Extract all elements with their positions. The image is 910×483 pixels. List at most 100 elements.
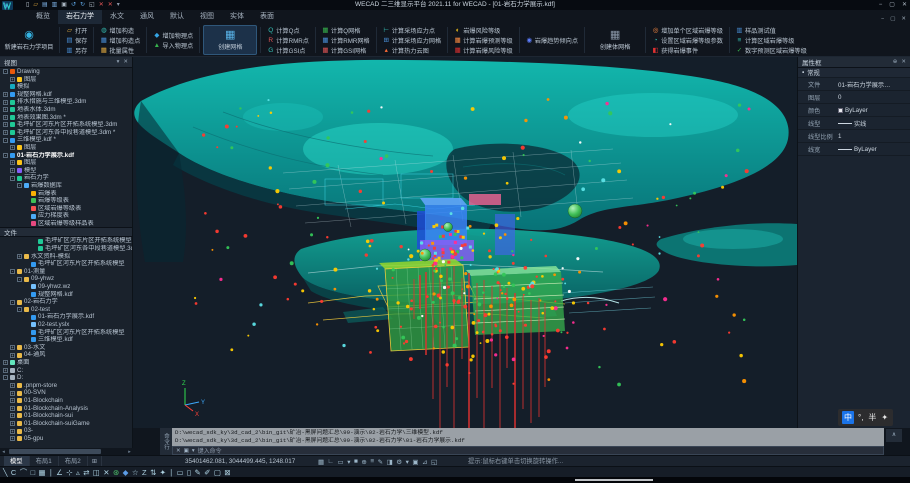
menu-tab-表面[interactable]: 表面 [252, 10, 282, 24]
menu-tab-通风[interactable]: 通风 [132, 10, 162, 24]
tree-expand-icon[interactable]: + [10, 168, 15, 173]
property-value[interactable]: 实线 [838, 119, 910, 128]
tree-expand-icon[interactable]: - [17, 277, 22, 282]
arc-tool-icon[interactable]: ⌒ [20, 467, 28, 478]
menu-tab-岩石力学[interactable]: 岩石力学 [58, 10, 102, 24]
tree-item[interactable]: +03-水文 [0, 344, 132, 352]
caret-down-icon[interactable]: ▾ [347, 458, 350, 466]
tree-item[interactable]: +00-SVN [0, 389, 132, 397]
rockburst-trend-point-button[interactable]: ◉岩爆趋势倾向点 [523, 35, 581, 45]
calc-rockburst-predict-level-button[interactable]: ▦计算岩爆预测等级 [451, 35, 516, 45]
tree-item[interactable]: +.pnpm-store [0, 382, 132, 390]
doc-restore-button[interactable]: ▢ [890, 16, 895, 22]
pin-icon[interactable]: ⊕ [893, 59, 898, 65]
fill-toggle-icon[interactable]: ■ [354, 458, 358, 465]
panel-close-icon[interactable]: ✕ [123, 59, 128, 65]
tree-item[interactable]: -01-测量 [0, 268, 132, 276]
perpendicular-tool-icon[interactable]: ⊹ [66, 468, 72, 477]
tree-expand-icon[interactable]: + [10, 398, 15, 403]
create-volume-mesh-button[interactable]: ▦创建体网格 [588, 25, 642, 55]
tree-item[interactable]: -岩爆数据库 [0, 182, 132, 190]
tree-expand-icon[interactable]: - [17, 183, 22, 188]
tree-expand-icon[interactable]: + [10, 391, 15, 396]
close-button[interactable]: ✕ [902, 0, 907, 10]
menu-tab-默认[interactable]: 默认 [162, 10, 192, 24]
batch-properties-button[interactable]: ▦批量属性 [97, 45, 143, 55]
tree-expand-icon[interactable]: + [3, 115, 8, 120]
triangle-tool-icon[interactable]: ▵ [76, 468, 80, 477]
tree-item[interactable]: +地表水体.3dm [0, 106, 132, 114]
panel-pin-icon[interactable]: ▾ [117, 59, 120, 65]
tree-expand-icon[interactable]: + [3, 122, 8, 127]
tree-item[interactable]: +05-gpu [0, 435, 132, 443]
ime-skin-icon[interactable]: ✦ [880, 411, 889, 424]
tree-item[interactable]: -Drawing [0, 68, 132, 76]
maximize-view-icon[interactable]: ◱ [431, 458, 437, 466]
tree-expand-icon[interactable]: + [10, 345, 15, 350]
tree-item[interactable]: -D: [0, 374, 132, 382]
property-value[interactable]: 0 [838, 94, 910, 101]
maximize-button[interactable]: ▢ [889, 0, 895, 10]
properties-close-icon[interactable]: ✕ [901, 59, 906, 65]
array-tool-icon[interactable]: ◫ [93, 468, 100, 477]
command-close-icon[interactable]: ✕ [176, 448, 181, 454]
add-structure-button[interactable]: ◍增加构造 [97, 25, 143, 35]
property-value[interactable]: ByLayer [838, 107, 910, 114]
line-tool-icon[interactable]: ╲ [3, 468, 8, 477]
tree-item[interactable]: +桌面 [0, 359, 132, 367]
tree-expand-icon[interactable]: + [3, 130, 8, 135]
pencil-icon[interactable]: ✎ [378, 458, 383, 466]
open-button[interactable]: ▱打开 [63, 25, 90, 35]
minimize-button[interactable]: − [879, 0, 883, 10]
tree-item[interactable]: 01-岩石力学展示.kdf [0, 313, 132, 321]
panel-icon[interactable]: ▣ [412, 458, 418, 466]
tree-expand-icon[interactable]: - [3, 375, 8, 380]
angle-icon[interactable]: ⊿ [422, 458, 427, 466]
doc-minimize-button[interactable]: − [881, 16, 884, 22]
tree-item[interactable]: +毛坪矿区河东各中段巷道模型.3dm * [0, 129, 132, 137]
calc-gsi-point-button[interactable]: G计算GSI点 [264, 45, 312, 55]
tree-item[interactable]: 三维模型.kdf [0, 336, 132, 344]
command-panel-tab[interactable]: 命令行 [160, 428, 172, 455]
calc-stope-stress-grid-button[interactable]: ⊞计算采场应力网格 [380, 35, 445, 45]
gear-icon[interactable]: ⚙ [396, 458, 402, 466]
sparkle-tool-icon[interactable]: ✦ [160, 468, 166, 477]
star-tool-icon[interactable]: ☆ [132, 468, 139, 477]
tree-item[interactable]: +规整网格.kdf [0, 91, 132, 99]
menu-tab-实体[interactable]: 实体 [222, 10, 252, 24]
ime-half-width[interactable]: 半 [867, 411, 877, 424]
tree-expand-icon[interactable]: - [17, 307, 22, 312]
rockburst-risk-level-button[interactable]: ◐岩爆风险等级 [451, 25, 516, 35]
tree-expand-icon[interactable]: - [10, 300, 15, 305]
tree-expand-icon[interactable]: + [3, 360, 8, 365]
grid-toggle-icon[interactable]: ▦ [318, 458, 324, 466]
ime-chinese-mode[interactable]: 中 [842, 411, 854, 424]
tree-item[interactable]: +水文资料-模拟 [0, 253, 132, 261]
tree-expand-icon[interactable]: + [10, 77, 15, 82]
tree-item[interactable]: 规整网格.kdf [0, 291, 132, 299]
calc-q-point-button[interactable]: Q计算Q点 [264, 25, 312, 35]
edit-tool-icon[interactable]: ✎ [194, 468, 200, 477]
add-physical-point-button[interactable]: ◆增加物理点 [150, 30, 196, 40]
annotate-tool-icon[interactable]: ✐ [204, 468, 210, 477]
caret-down-icon[interactable]: ▾ [406, 458, 409, 466]
tree-item[interactable]: 毛坪矿区河东片区开拓系统模型 [0, 260, 132, 268]
tree-expand-icon[interactable]: + [10, 353, 15, 358]
box-mode-icon[interactable]: ◨ [387, 458, 393, 466]
mirror-tool-icon[interactable]: ⇄ [83, 468, 89, 477]
calc-q-grid-button[interactable]: ▦计算Q网格 [319, 25, 373, 35]
erase-tool-icon[interactable]: ✕ [103, 468, 109, 477]
tree-item[interactable]: 毛坪矿区河东片区开拓系统模型.3dm [0, 237, 132, 245]
tree-item[interactable]: +模型 [0, 167, 132, 175]
tree-item[interactable]: 岩爆等级表 [0, 197, 132, 205]
tree-expand-icon[interactable]: - [10, 269, 15, 274]
tree-expand-icon[interactable]: + [10, 421, 15, 426]
tree-item[interactable]: 09-yhwz.wz [0, 283, 132, 291]
calc-heat-cloud-button[interactable]: ▴计算热力云图 [380, 45, 445, 55]
new-rock-project-button[interactable]: ◉新建岩石力学项目 [2, 25, 56, 55]
tree-item[interactable]: +01-Blockchain-sui [0, 412, 132, 420]
3d-viewport[interactable]: Z Y X [133, 57, 797, 428]
tree-expand-icon[interactable]: + [10, 406, 15, 411]
save-button[interactable]: ▤保存 [63, 35, 90, 45]
property-value[interactable]: 1 [838, 133, 910, 140]
